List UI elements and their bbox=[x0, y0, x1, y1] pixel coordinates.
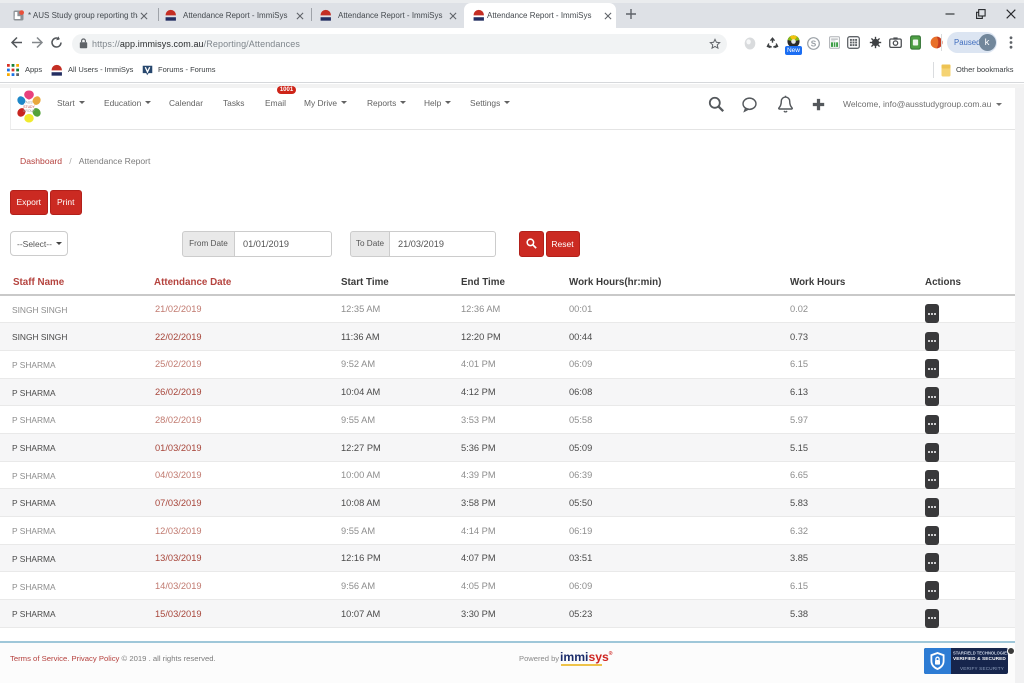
svg-text:GROUP: GROUP bbox=[23, 109, 36, 113]
svg-text:S: S bbox=[811, 39, 817, 48]
